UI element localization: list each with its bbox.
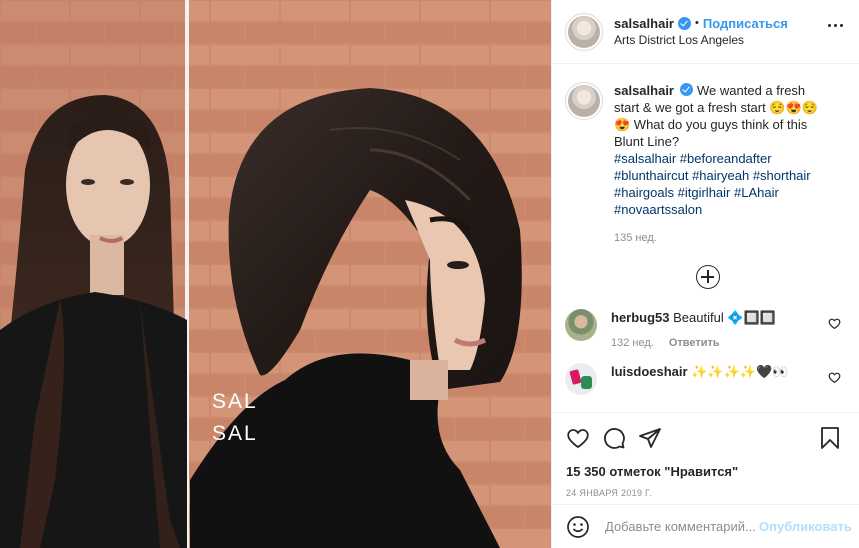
comment-text: ✨✨✨✨🖤👀 bbox=[691, 364, 789, 379]
caption-avatar[interactable] bbox=[565, 82, 603, 120]
author-avatar[interactable] bbox=[565, 12, 603, 51]
hashtag-link[interactable]: #shorthair bbox=[753, 168, 811, 183]
hashtag-link[interactable]: #hairgoals bbox=[614, 185, 674, 200]
author-username[interactable]: salsalhair bbox=[614, 15, 674, 32]
heart-icon[interactable] bbox=[828, 371, 841, 384]
post-photo[interactable]: SAL SAL bbox=[0, 0, 551, 548]
comments-list[interactable]: salsalhair We wanted a fresh start & we g… bbox=[552, 64, 859, 412]
post-header: salsalhair • Подписаться Arts District L… bbox=[552, 0, 859, 64]
follow-button[interactable]: Подписаться bbox=[703, 15, 788, 32]
caption-timestamp[interactable]: 135 нед. bbox=[614, 232, 832, 244]
heart-icon[interactable] bbox=[828, 317, 841, 330]
author-info: salsalhair • Подписаться Arts District L… bbox=[614, 15, 788, 49]
likes-count[interactable]: 15 350 отметок "Нравится" bbox=[566, 464, 846, 479]
hashtag-link[interactable]: #LAhair bbox=[734, 185, 779, 200]
post-caption: salsalhair We wanted a fresh start & we g… bbox=[565, 82, 847, 244]
comment-text: Beautiful 💠🔲🔲 bbox=[673, 310, 776, 325]
comment-item: herbug53 Beautiful 💠🔲🔲 132 нед. Ответить bbox=[565, 309, 847, 349]
verified-badge-icon bbox=[680, 83, 693, 96]
post-side-panel: salsalhair • Подписаться Arts District L… bbox=[551, 0, 859, 548]
comment-item: luisdoeshair ✨✨✨✨🖤👀 bbox=[565, 363, 847, 395]
commenter-avatar[interactable] bbox=[565, 363, 597, 395]
post-date[interactable]: 24 января 2019 г. bbox=[566, 488, 846, 498]
hashtag-link[interactable]: #beforeandafter bbox=[680, 151, 772, 166]
hashtag-link[interactable]: #hairyeah bbox=[692, 168, 749, 183]
hashtag-link[interactable]: #salsalhair bbox=[614, 151, 676, 166]
comment-timestamp[interactable]: 132 нед. bbox=[611, 337, 654, 349]
post-image: SAL SAL bbox=[0, 0, 551, 548]
publish-button[interactable]: Опубликовать bbox=[759, 519, 852, 534]
location-link[interactable]: Arts District Los Angeles bbox=[614, 32, 788, 49]
avatar-image bbox=[568, 85, 600, 117]
heart-icon[interactable] bbox=[566, 426, 590, 450]
reply-button[interactable]: Ответить bbox=[669, 337, 720, 349]
caption-username[interactable]: salsalhair bbox=[614, 83, 674, 98]
separator-dot: • bbox=[695, 16, 699, 29]
comment-username[interactable]: luisdoeshair bbox=[611, 364, 688, 379]
comment-icon[interactable] bbox=[602, 426, 626, 450]
watermark-line-2: SAL bbox=[212, 422, 258, 445]
hashtag-list: #salsalhair #beforeandafter #blunthaircu… bbox=[614, 151, 811, 217]
watermark-line-1: SAL bbox=[212, 390, 258, 413]
emoji-icon[interactable] bbox=[566, 515, 590, 539]
hashtag-link[interactable]: #blunthaircut bbox=[614, 168, 688, 183]
commenter-avatar[interactable] bbox=[565, 309, 597, 341]
comment-username[interactable]: herbug53 bbox=[611, 310, 670, 325]
verified-badge-icon bbox=[678, 16, 691, 30]
hashtag-link[interactable]: #novaartssalon bbox=[614, 202, 702, 217]
comment-input[interactable] bbox=[605, 519, 755, 534]
post-actions: 15 350 отметок "Нравится" 24 января 2019… bbox=[552, 412, 859, 504]
add-comment-bar: Опубликовать bbox=[552, 504, 859, 548]
share-icon[interactable] bbox=[638, 426, 662, 450]
plus-circle-icon[interactable] bbox=[696, 265, 720, 289]
more-horizontal-icon[interactable] bbox=[828, 24, 843, 27]
bookmark-icon[interactable] bbox=[818, 426, 842, 450]
hashtag-link[interactable]: #itgirlhair bbox=[678, 185, 731, 200]
avatar-image bbox=[568, 15, 600, 48]
